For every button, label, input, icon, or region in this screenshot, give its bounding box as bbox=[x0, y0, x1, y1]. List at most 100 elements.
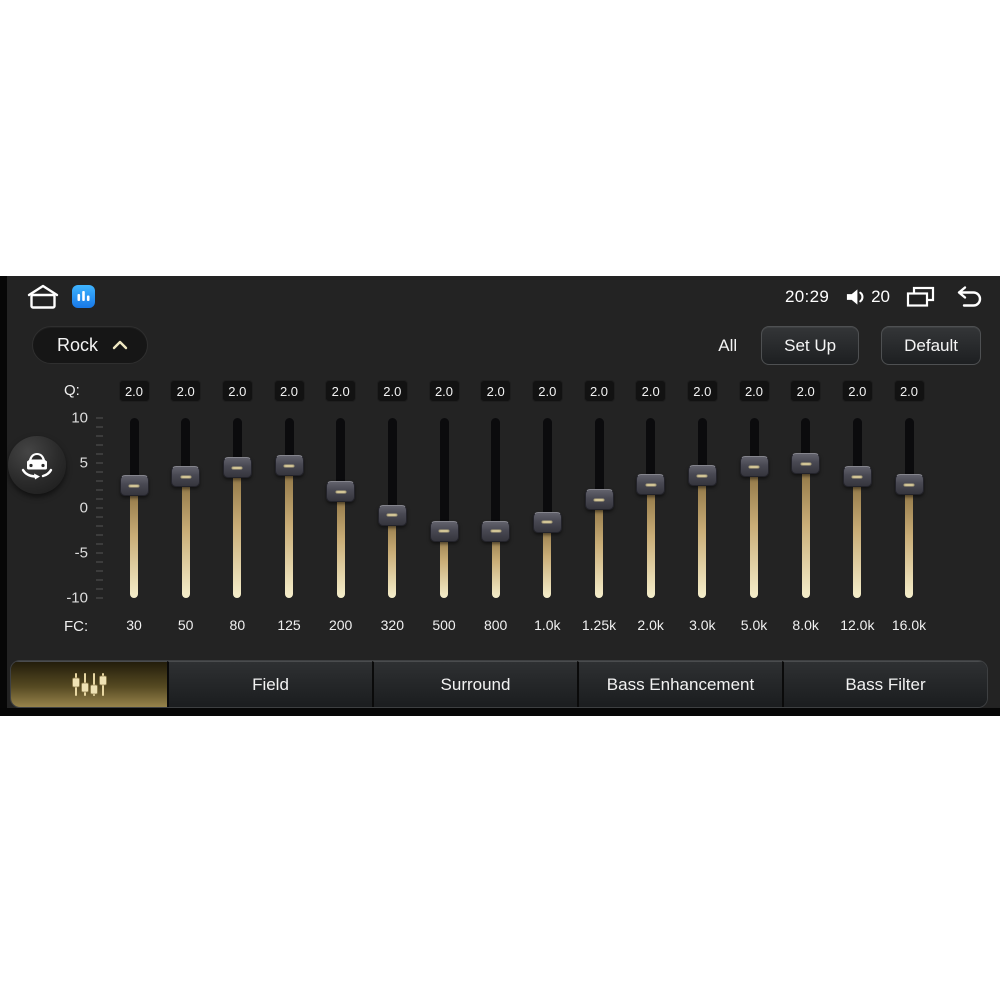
freq-label: 200 bbox=[328, 617, 353, 633]
slider-handle[interactable] bbox=[584, 489, 614, 511]
eq-band-slider[interactable] bbox=[842, 418, 872, 598]
slider-handle[interactable] bbox=[842, 466, 872, 487]
slider-track-lower[interactable] bbox=[698, 475, 707, 598]
freq-label: 800 bbox=[483, 617, 508, 633]
slider-track-lower[interactable] bbox=[853, 476, 862, 598]
handle-dash bbox=[903, 483, 915, 487]
volume-indicator[interactable]: 20 bbox=[845, 287, 890, 307]
slider-handle[interactable] bbox=[481, 520, 511, 542]
slider-handle[interactable] bbox=[171, 466, 201, 487]
tab-bass-enhancement[interactable]: Bass Enhancement bbox=[577, 661, 782, 707]
slider-track-lower[interactable] bbox=[750, 466, 758, 598]
slider-track-lower[interactable] bbox=[285, 465, 293, 598]
slider-handle[interactable] bbox=[791, 453, 821, 475]
eq-band-slider[interactable] bbox=[326, 418, 356, 598]
screen-edge-left bbox=[0, 276, 7, 716]
slider-handle[interactable] bbox=[429, 520, 459, 542]
default-button[interactable]: Default bbox=[881, 326, 981, 365]
slider-track-lower[interactable] bbox=[130, 485, 138, 598]
eq-band-slider[interactable] bbox=[687, 418, 717, 598]
freq-label: 50 bbox=[177, 617, 194, 633]
clock: 20:29 bbox=[785, 287, 830, 306]
slider-handle[interactable] bbox=[894, 474, 924, 496]
q-value-box: 2.0 bbox=[118, 380, 150, 402]
slider-track-upper[interactable] bbox=[439, 418, 449, 532]
tab-equalizer[interactable] bbox=[11, 661, 167, 707]
scale-tick bbox=[96, 498, 103, 500]
eq-band-slider[interactable] bbox=[274, 418, 304, 598]
slider-track-lower[interactable] bbox=[646, 484, 655, 598]
q-value-box: 2.0 bbox=[428, 380, 460, 402]
eq-band-slider[interactable] bbox=[171, 418, 201, 598]
eq-band-slider[interactable] bbox=[222, 418, 252, 598]
handle-dash bbox=[128, 484, 140, 487]
all-label[interactable]: All bbox=[718, 336, 737, 356]
tab-bass-filter[interactable]: Bass Filter bbox=[782, 661, 987, 707]
eq-band-slider[interactable] bbox=[791, 418, 821, 598]
slider-track-upper[interactable] bbox=[594, 418, 604, 500]
slider-handle[interactable] bbox=[377, 504, 407, 526]
slider-handle[interactable] bbox=[119, 475, 149, 496]
home-button[interactable] bbox=[26, 284, 60, 310]
handle-dash bbox=[800, 462, 812, 466]
eq-band-slider[interactable] bbox=[429, 418, 459, 598]
slider-track-lower[interactable] bbox=[233, 467, 242, 598]
volume-level: 20 bbox=[871, 287, 890, 306]
slider-handle[interactable] bbox=[739, 456, 769, 478]
car-audio-position-button[interactable] bbox=[8, 436, 66, 494]
tab-surround[interactable]: Surround bbox=[372, 661, 577, 707]
home-icon bbox=[27, 284, 59, 309]
freq-label: 12.0k bbox=[840, 617, 875, 633]
eq-band-slider[interactable] bbox=[739, 418, 769, 598]
q-value-box: 2.0 bbox=[841, 380, 873, 402]
slider-track-upper[interactable] bbox=[491, 418, 501, 532]
slider-track-upper[interactable] bbox=[387, 418, 397, 516]
speaker-icon bbox=[846, 289, 864, 305]
handle-dash bbox=[645, 483, 657, 487]
q-value-box: 2.0 bbox=[170, 380, 202, 402]
preset-dropdown[interactable]: Rock bbox=[32, 326, 148, 364]
handle-dash bbox=[851, 475, 863, 478]
bottom-tab-bar: Field Surround Bass Enhancement Bass Fil… bbox=[10, 660, 988, 708]
freq-label: 80 bbox=[229, 617, 246, 633]
scale-label: 0 bbox=[79, 499, 88, 517]
eq-band-slider[interactable] bbox=[584, 418, 614, 598]
slider-track-lower[interactable] bbox=[181, 476, 190, 598]
car-surround-icon bbox=[21, 453, 53, 480]
eq-band-slider[interactable] bbox=[894, 418, 924, 598]
slider-handle[interactable] bbox=[222, 457, 252, 478]
freq-label: 500 bbox=[432, 617, 456, 633]
slider-track-lower[interactable] bbox=[543, 522, 552, 598]
slider-track-upper[interactable] bbox=[542, 418, 552, 523]
slider-track-lower[interactable] bbox=[801, 463, 810, 598]
head-unit-screen: 20:29 20 Rock All Set Up Default Q: FC: … bbox=[0, 276, 1000, 716]
music-app-button[interactable] bbox=[72, 285, 95, 308]
slider-handle[interactable] bbox=[274, 455, 304, 477]
back-button[interactable] bbox=[951, 285, 982, 309]
eq-band-slider[interactable] bbox=[481, 418, 511, 598]
slider-handle[interactable] bbox=[687, 465, 717, 487]
q-value-box: 2.0 bbox=[325, 380, 357, 402]
scale-tick bbox=[96, 435, 103, 437]
handle-dash bbox=[335, 490, 347, 494]
setup-button[interactable]: Set Up bbox=[761, 326, 860, 365]
eq-band-slider[interactable] bbox=[532, 418, 562, 598]
eq-band-slider[interactable] bbox=[636, 418, 666, 598]
slider-track-lower[interactable] bbox=[336, 491, 345, 598]
tab-field[interactable]: Field bbox=[167, 661, 372, 707]
eq-band-slider[interactable] bbox=[119, 418, 149, 598]
q-value-box: 2.0 bbox=[738, 380, 770, 402]
recent-apps-button[interactable] bbox=[906, 285, 935, 309]
freq-label: 1.0k bbox=[534, 617, 561, 633]
slider-handle[interactable] bbox=[326, 481, 356, 503]
slider-track-lower[interactable] bbox=[388, 515, 397, 598]
slider-handle[interactable] bbox=[532, 511, 562, 533]
scale-tick bbox=[96, 534, 103, 536]
slider-track-lower[interactable] bbox=[905, 484, 913, 598]
slider-handle[interactable] bbox=[636, 474, 666, 496]
equalizer-icon bbox=[72, 673, 107, 696]
eq-band-slider[interactable] bbox=[377, 418, 407, 598]
screen-edge-bottom bbox=[0, 708, 1000, 716]
slider-track-lower[interactable] bbox=[595, 499, 603, 598]
q-value-box: 2.0 bbox=[790, 380, 822, 402]
